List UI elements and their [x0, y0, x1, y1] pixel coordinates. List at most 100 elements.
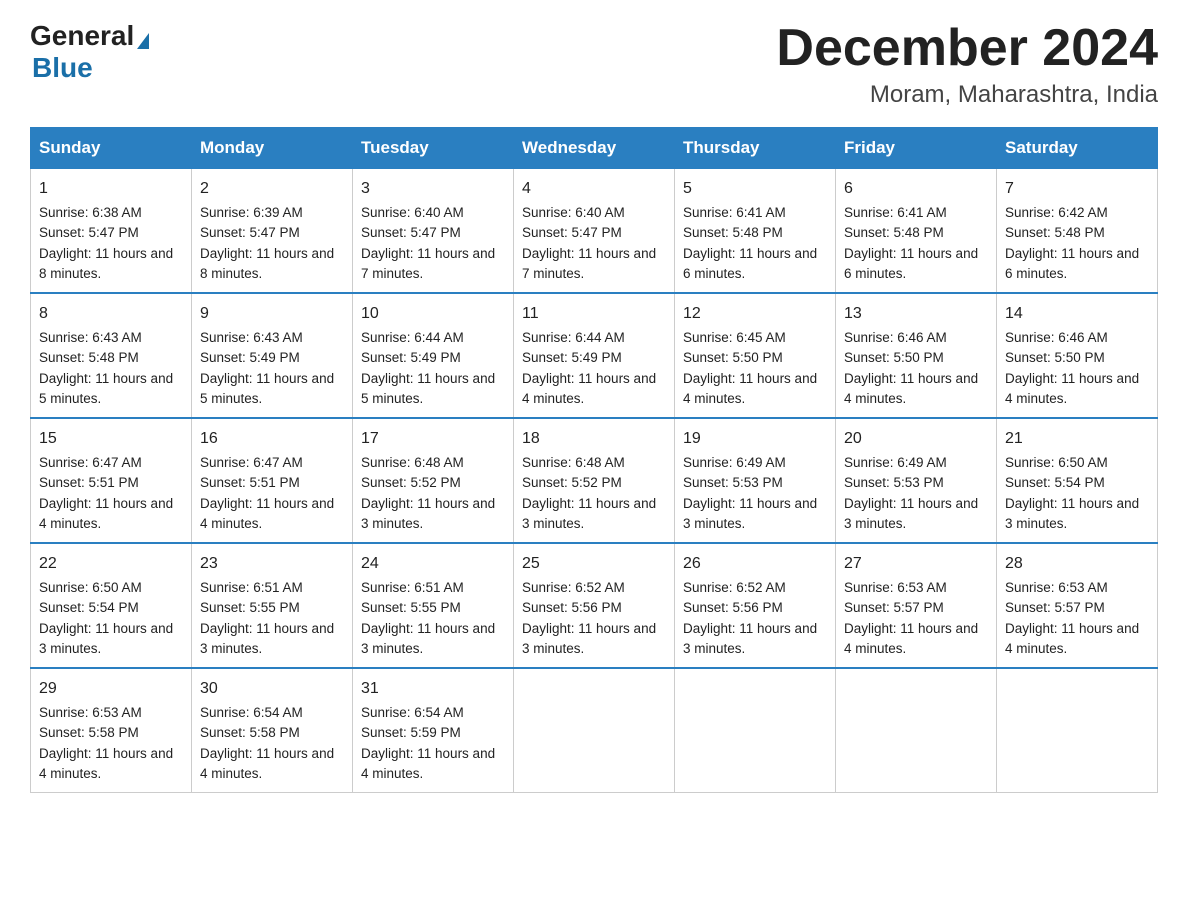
day-number: 18: [522, 427, 666, 451]
day-info: Sunrise: 6:48 AMSunset: 5:52 PMDaylight:…: [522, 453, 666, 534]
logo-general-text: General: [30, 20, 134, 52]
calendar-cell: 25Sunrise: 6:52 AMSunset: 5:56 PMDayligh…: [514, 543, 675, 668]
weekday-header-thursday: Thursday: [675, 128, 836, 169]
calendar-cell: 21Sunrise: 6:50 AMSunset: 5:54 PMDayligh…: [997, 418, 1158, 543]
day-info: Sunrise: 6:51 AMSunset: 5:55 PMDaylight:…: [361, 578, 505, 659]
calendar-cell: 3Sunrise: 6:40 AMSunset: 5:47 PMDaylight…: [353, 169, 514, 294]
calendar-week-row: 8Sunrise: 6:43 AMSunset: 5:48 PMDaylight…: [31, 293, 1158, 418]
day-number: 12: [683, 302, 827, 326]
calendar-table: SundayMondayTuesdayWednesdayThursdayFrid…: [30, 127, 1158, 793]
day-info: Sunrise: 6:53 AMSunset: 5:57 PMDaylight:…: [1005, 578, 1149, 659]
day-info: Sunrise: 6:50 AMSunset: 5:54 PMDaylight:…: [1005, 453, 1149, 534]
day-info: Sunrise: 6:43 AMSunset: 5:49 PMDaylight:…: [200, 328, 344, 409]
calendar-cell: 6Sunrise: 6:41 AMSunset: 5:48 PMDaylight…: [836, 169, 997, 294]
day-number: 17: [361, 427, 505, 451]
calendar-week-row: 22Sunrise: 6:50 AMSunset: 5:54 PMDayligh…: [31, 543, 1158, 668]
day-info: Sunrise: 6:41 AMSunset: 5:48 PMDaylight:…: [683, 203, 827, 284]
day-info: Sunrise: 6:41 AMSunset: 5:48 PMDaylight:…: [844, 203, 988, 284]
day-number: 26: [683, 552, 827, 576]
calendar-cell: 13Sunrise: 6:46 AMSunset: 5:50 PMDayligh…: [836, 293, 997, 418]
calendar-cell: 7Sunrise: 6:42 AMSunset: 5:48 PMDaylight…: [997, 169, 1158, 294]
day-info: Sunrise: 6:39 AMSunset: 5:47 PMDaylight:…: [200, 203, 344, 284]
day-number: 25: [522, 552, 666, 576]
weekday-header-sunday: Sunday: [31, 128, 192, 169]
day-number: 21: [1005, 427, 1149, 451]
day-number: 29: [39, 677, 183, 701]
day-info: Sunrise: 6:40 AMSunset: 5:47 PMDaylight:…: [361, 203, 505, 284]
calendar-cell: 29Sunrise: 6:53 AMSunset: 5:58 PMDayligh…: [31, 668, 192, 793]
calendar-cell: 2Sunrise: 6:39 AMSunset: 5:47 PMDaylight…: [192, 169, 353, 294]
logo-triangle-icon: [137, 33, 149, 49]
calendar-cell: 24Sunrise: 6:51 AMSunset: 5:55 PMDayligh…: [353, 543, 514, 668]
weekday-header-tuesday: Tuesday: [353, 128, 514, 169]
day-info: Sunrise: 6:53 AMSunset: 5:58 PMDaylight:…: [39, 703, 183, 784]
day-number: 23: [200, 552, 344, 576]
calendar-cell: 12Sunrise: 6:45 AMSunset: 5:50 PMDayligh…: [675, 293, 836, 418]
day-number: 7: [1005, 177, 1149, 201]
weekday-header-friday: Friday: [836, 128, 997, 169]
calendar-cell: [514, 668, 675, 793]
calendar-cell: 1Sunrise: 6:38 AMSunset: 5:47 PMDaylight…: [31, 169, 192, 294]
calendar-cell: 17Sunrise: 6:48 AMSunset: 5:52 PMDayligh…: [353, 418, 514, 543]
day-number: 28: [1005, 552, 1149, 576]
day-number: 9: [200, 302, 344, 326]
day-number: 1: [39, 177, 183, 201]
calendar-cell: 19Sunrise: 6:49 AMSunset: 5:53 PMDayligh…: [675, 418, 836, 543]
calendar-cell: 4Sunrise: 6:40 AMSunset: 5:47 PMDaylight…: [514, 169, 675, 294]
day-number: 6: [844, 177, 988, 201]
day-info: Sunrise: 6:45 AMSunset: 5:50 PMDaylight:…: [683, 328, 827, 409]
day-info: Sunrise: 6:46 AMSunset: 5:50 PMDaylight:…: [844, 328, 988, 409]
day-info: Sunrise: 6:48 AMSunset: 5:52 PMDaylight:…: [361, 453, 505, 534]
calendar-week-row: 29Sunrise: 6:53 AMSunset: 5:58 PMDayligh…: [31, 668, 1158, 793]
calendar-cell: 16Sunrise: 6:47 AMSunset: 5:51 PMDayligh…: [192, 418, 353, 543]
day-info: Sunrise: 6:46 AMSunset: 5:50 PMDaylight:…: [1005, 328, 1149, 409]
day-number: 15: [39, 427, 183, 451]
day-number: 27: [844, 552, 988, 576]
calendar-cell: 8Sunrise: 6:43 AMSunset: 5:48 PMDaylight…: [31, 293, 192, 418]
title-block: December 2024 Moram, Maharashtra, India: [776, 20, 1158, 109]
day-number: 19: [683, 427, 827, 451]
calendar-cell: 9Sunrise: 6:43 AMSunset: 5:49 PMDaylight…: [192, 293, 353, 418]
day-info: Sunrise: 6:51 AMSunset: 5:55 PMDaylight:…: [200, 578, 344, 659]
calendar-cell: 30Sunrise: 6:54 AMSunset: 5:58 PMDayligh…: [192, 668, 353, 793]
weekday-header-wednesday: Wednesday: [514, 128, 675, 169]
day-number: 11: [522, 302, 666, 326]
day-number: 8: [39, 302, 183, 326]
calendar-cell: 27Sunrise: 6:53 AMSunset: 5:57 PMDayligh…: [836, 543, 997, 668]
calendar-cell: 5Sunrise: 6:41 AMSunset: 5:48 PMDaylight…: [675, 169, 836, 294]
day-info: Sunrise: 6:50 AMSunset: 5:54 PMDaylight:…: [39, 578, 183, 659]
calendar-cell: 11Sunrise: 6:44 AMSunset: 5:49 PMDayligh…: [514, 293, 675, 418]
calendar-cell: 31Sunrise: 6:54 AMSunset: 5:59 PMDayligh…: [353, 668, 514, 793]
location-title: Moram, Maharashtra, India: [776, 81, 1158, 109]
calendar-cell: 10Sunrise: 6:44 AMSunset: 5:49 PMDayligh…: [353, 293, 514, 418]
calendar-cell: 20Sunrise: 6:49 AMSunset: 5:53 PMDayligh…: [836, 418, 997, 543]
day-number: 14: [1005, 302, 1149, 326]
day-info: Sunrise: 6:44 AMSunset: 5:49 PMDaylight:…: [361, 328, 505, 409]
calendar-cell: 14Sunrise: 6:46 AMSunset: 5:50 PMDayligh…: [997, 293, 1158, 418]
weekday-header-row: SundayMondayTuesdayWednesdayThursdayFrid…: [31, 128, 1158, 169]
day-info: Sunrise: 6:54 AMSunset: 5:59 PMDaylight:…: [361, 703, 505, 784]
day-number: 24: [361, 552, 505, 576]
calendar-cell: 26Sunrise: 6:52 AMSunset: 5:56 PMDayligh…: [675, 543, 836, 668]
calendar-cell: 18Sunrise: 6:48 AMSunset: 5:52 PMDayligh…: [514, 418, 675, 543]
calendar-week-row: 1Sunrise: 6:38 AMSunset: 5:47 PMDaylight…: [31, 169, 1158, 294]
day-number: 4: [522, 177, 666, 201]
calendar-cell: [675, 668, 836, 793]
day-info: Sunrise: 6:53 AMSunset: 5:57 PMDaylight:…: [844, 578, 988, 659]
logo-blue-text: Blue: [32, 52, 93, 84]
calendar-cell: 15Sunrise: 6:47 AMSunset: 5:51 PMDayligh…: [31, 418, 192, 543]
calendar-week-row: 15Sunrise: 6:47 AMSunset: 5:51 PMDayligh…: [31, 418, 1158, 543]
day-info: Sunrise: 6:49 AMSunset: 5:53 PMDaylight:…: [844, 453, 988, 534]
day-info: Sunrise: 6:54 AMSunset: 5:58 PMDaylight:…: [200, 703, 344, 784]
day-number: 13: [844, 302, 988, 326]
day-info: Sunrise: 6:43 AMSunset: 5:48 PMDaylight:…: [39, 328, 183, 409]
day-info: Sunrise: 6:42 AMSunset: 5:48 PMDaylight:…: [1005, 203, 1149, 284]
day-info: Sunrise: 6:44 AMSunset: 5:49 PMDaylight:…: [522, 328, 666, 409]
day-number: 31: [361, 677, 505, 701]
day-info: Sunrise: 6:52 AMSunset: 5:56 PMDaylight:…: [683, 578, 827, 659]
logo: General Blue: [30, 20, 149, 84]
day-info: Sunrise: 6:49 AMSunset: 5:53 PMDaylight:…: [683, 453, 827, 534]
weekday-header-monday: Monday: [192, 128, 353, 169]
page-header: General Blue December 2024 Moram, Mahara…: [30, 20, 1158, 109]
day-number: 22: [39, 552, 183, 576]
